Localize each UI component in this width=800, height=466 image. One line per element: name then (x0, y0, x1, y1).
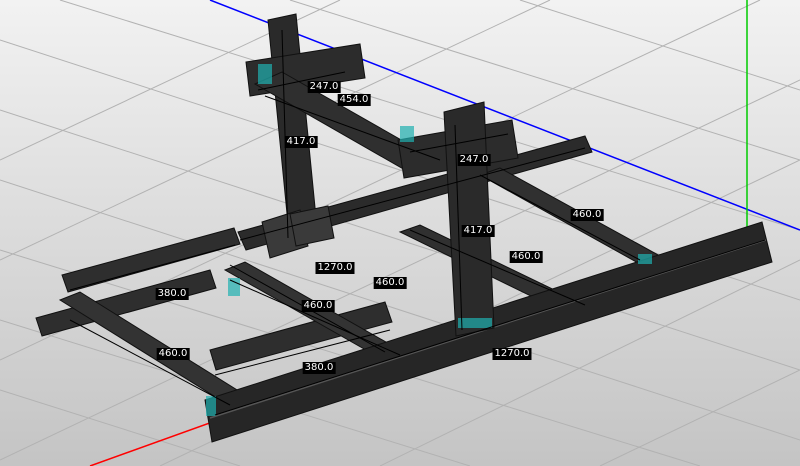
dimension-label: 454.0 (337, 94, 371, 106)
dimension-label: 460.0 (156, 348, 190, 360)
dimension-label: 460.0 (509, 251, 543, 263)
dimension-label: 247.0 (457, 154, 491, 166)
dimension-label: 460.0 (301, 300, 335, 312)
dimension-label: 380.0 (302, 362, 336, 374)
dimension-label: 417.0 (461, 225, 495, 237)
model-scene[interactable] (0, 0, 800, 466)
dimension-label: 460.0 (570, 209, 604, 221)
dimension-label: 1270.0 (492, 348, 532, 360)
dimension-label: 380.0 (155, 288, 189, 300)
viewport-background (0, 0, 800, 466)
cad-3d-viewport[interactable]: 247.0 454.0 417.0 247.0 460.0 417.0 460.… (0, 0, 800, 466)
dimension-label: 417.0 (284, 136, 318, 148)
dimension-label: 1270.0 (315, 262, 355, 274)
dimension-label: 247.0 (307, 81, 341, 93)
dimension-label: 460.0 (373, 277, 407, 289)
